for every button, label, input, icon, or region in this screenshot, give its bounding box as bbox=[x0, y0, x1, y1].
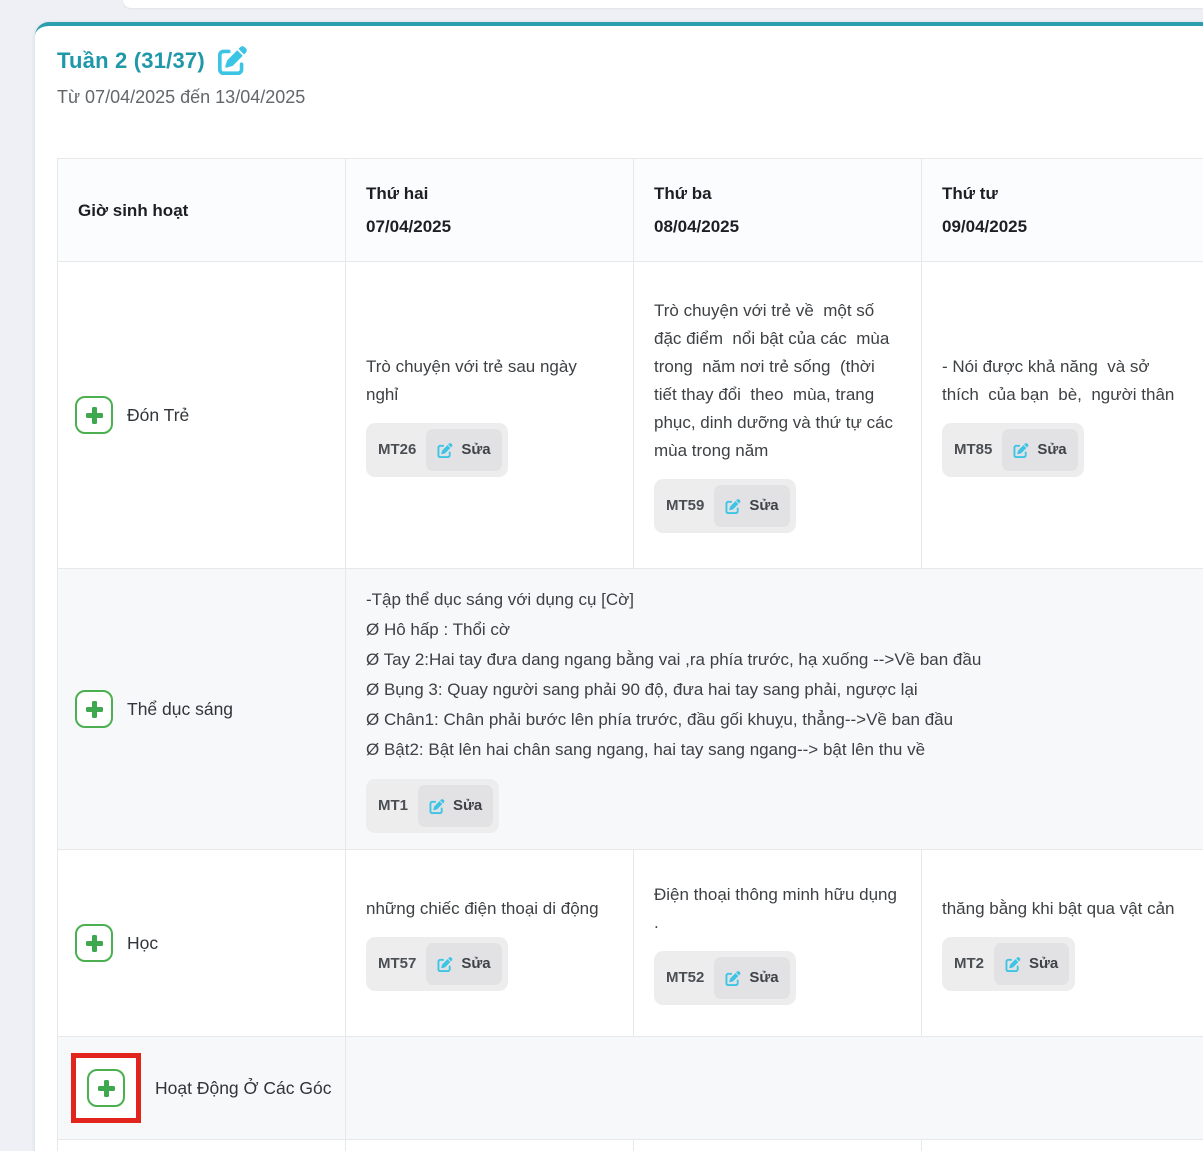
edit-cell-button[interactable]: Sửa bbox=[1002, 429, 1077, 471]
cell-text: Điện thoại thông minh hữu dụng . bbox=[654, 881, 901, 937]
cell-don-tre-wednesday: - Nói được khả năng và sở thích của bạn … bbox=[922, 262, 1203, 569]
add-activity-button[interactable] bbox=[75, 690, 113, 728]
edit-icon bbox=[725, 499, 741, 514]
activity-label: Đón Trẻ bbox=[127, 400, 189, 430]
plus-icon bbox=[86, 701, 103, 718]
edit-icon bbox=[1013, 443, 1029, 458]
mt-code: MT52 bbox=[666, 964, 704, 992]
activity-label: Học bbox=[127, 928, 158, 958]
cell-hoc-wednesday: thăng bằng khi bật qua vật cản MT2 Sửa bbox=[922, 850, 1203, 1037]
mt-badge: MT57 Sửa bbox=[366, 937, 508, 991]
mt-badge: MT1 Sửa bbox=[366, 779, 499, 833]
cell-text: -Tập thể dục sáng với dụng cụ [Cờ] Ø Hô … bbox=[366, 585, 1189, 765]
cell-hoc-tuesday: Điện thoại thông minh hữu dụng . MT52 Sử… bbox=[634, 850, 922, 1037]
header-activity-time: Giờ sinh hoạt bbox=[58, 159, 346, 262]
row-hoat-dong-o-cac-goc: Hoạt Động Ở Các Góc bbox=[58, 1037, 1203, 1140]
edit-icon bbox=[429, 799, 445, 814]
week-plan-card: Tuần 2 (31/37) Từ 07/04/2025 đến 13/04/2… bbox=[35, 22, 1203, 1151]
cell-text: Trò chuyện với trẻ sau ngày nghỉ bbox=[366, 353, 613, 409]
edit-cell-button[interactable]: Sửa bbox=[714, 485, 789, 527]
mt-badge: MT52 Sửa bbox=[654, 951, 796, 1005]
cell-text: thăng bằng khi bật qua vật cản bbox=[942, 895, 1189, 923]
red-highlight-box bbox=[71, 1053, 141, 1123]
edit-week-button[interactable] bbox=[217, 46, 248, 75]
plus-icon bbox=[86, 935, 103, 952]
mt-badge: MT85 Sửa bbox=[942, 423, 1084, 477]
edit-cell-button[interactable]: Sửa bbox=[426, 943, 501, 985]
header-monday: Thứ hai 07/04/2025 bbox=[346, 159, 634, 262]
header-wednesday: Thứ tư 09/04/2025 bbox=[922, 159, 1203, 262]
edit-icon bbox=[725, 971, 741, 986]
schedule-table: Giờ sinh hoạt Thứ hai 07/04/2025 Thứ ba … bbox=[57, 158, 1203, 1151]
header-tuesday: Thứ ba 08/04/2025 bbox=[634, 159, 922, 262]
mt-badge: MT59 Sửa bbox=[654, 479, 796, 533]
week-title: Tuần 2 (31/37) bbox=[57, 48, 205, 74]
cell-text: Trò chuyện với trẻ về một số đặc điểm nổ… bbox=[654, 297, 901, 465]
add-activity-button-highlighted[interactable] bbox=[87, 1069, 125, 1107]
edit-icon bbox=[437, 443, 453, 458]
cell-hoat-dong-empty bbox=[346, 1037, 1203, 1140]
cell-don-tre-monday: Trò chuyện với trẻ sau ngày nghỉ MT26 Sử… bbox=[346, 262, 634, 569]
add-activity-button[interactable] bbox=[75, 924, 113, 962]
edit-cell-button[interactable]: Sửa bbox=[418, 785, 493, 827]
mt-badge: MT2 Sửa bbox=[942, 937, 1075, 991]
row-hoc: Học những chiếc điện thoại di động MT57 … bbox=[58, 850, 1203, 1037]
edit-cell-button[interactable]: Sửa bbox=[994, 943, 1069, 985]
row-the-duc-sang: Thể dục sáng -Tập thể dục sáng với dụng … bbox=[58, 569, 1203, 850]
row-partial bbox=[58, 1140, 1203, 1151]
mt-badge: MT26 Sửa bbox=[366, 423, 508, 477]
edit-icon bbox=[217, 46, 248, 75]
edit-icon bbox=[1005, 957, 1021, 972]
activity-label: Hoạt Động Ở Các Góc bbox=[155, 1073, 331, 1103]
activity-label: Thể dục sáng bbox=[127, 694, 233, 724]
edit-cell-button[interactable]: Sửa bbox=[714, 957, 789, 999]
plus-icon bbox=[98, 1080, 115, 1097]
week-title-row: Tuần 2 (31/37) bbox=[57, 46, 1203, 75]
add-activity-button[interactable] bbox=[75, 396, 113, 434]
cell-don-tre-tuesday: Trò chuyện với trẻ về một số đặc điểm nổ… bbox=[634, 262, 922, 569]
mt-code: MT57 bbox=[378, 950, 416, 978]
previous-card-bottom bbox=[123, 0, 1203, 8]
week-date-range: Từ 07/04/2025 đến 13/04/2025 bbox=[57, 87, 1203, 108]
mt-code: MT59 bbox=[666, 492, 704, 520]
mt-code: MT85 bbox=[954, 436, 992, 464]
cell-hoc-monday: những chiếc điện thoại di động MT57 Sửa bbox=[346, 850, 634, 1037]
mt-code: MT26 bbox=[378, 436, 416, 464]
edit-cell-button[interactable]: Sửa bbox=[426, 429, 501, 471]
cell-text: - Nói được khả năng và sở thích của bạn … bbox=[942, 353, 1189, 409]
cell-the-duc-sang: -Tập thể dục sáng với dụng cụ [Cờ] Ø Hô … bbox=[346, 569, 1203, 850]
edit-icon bbox=[437, 957, 453, 972]
header-row: Giờ sinh hoạt Thứ hai 07/04/2025 Thứ ba … bbox=[58, 159, 1203, 262]
mt-code: MT1 bbox=[378, 792, 408, 820]
mt-code: MT2 bbox=[954, 950, 984, 978]
plus-icon bbox=[86, 407, 103, 424]
cell-text: những chiếc điện thoại di động bbox=[366, 895, 613, 923]
row-don-tre: Đón Trẻ Trò chuyện với trẻ sau ngày nghỉ… bbox=[58, 262, 1203, 569]
